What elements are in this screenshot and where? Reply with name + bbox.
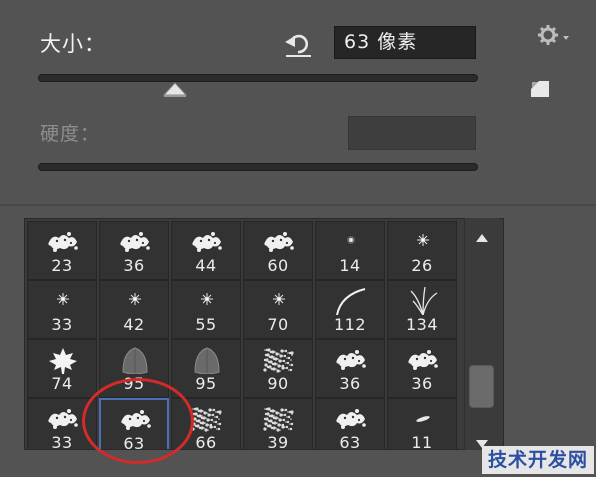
brush-preset-maple-leaf[interactable]: 74: [27, 339, 97, 398]
brush-preset-star-dot[interactable]: 26: [387, 221, 457, 280]
brush-size-label: 33: [51, 433, 73, 450]
brush-size-label: 55: [195, 315, 217, 334]
size-slider-thumb[interactable]: [163, 82, 187, 98]
star-dot-brush-icon: [417, 234, 429, 246]
star-dot-brush-icon: [201, 293, 213, 305]
size-slider-track[interactable]: [38, 74, 478, 82]
spatter-brush-icon: [191, 407, 222, 432]
new-preset-icon[interactable]: [529, 79, 551, 99]
gear-icon[interactable]: [537, 24, 573, 46]
scroll-thumb[interactable]: [469, 365, 494, 408]
brush-preset-star-dot[interactable]: 55: [171, 280, 241, 339]
brush-size-label: 95: [195, 374, 217, 393]
brush-preset-star-dot[interactable]: 42: [99, 280, 169, 339]
brush-preset-spatter[interactable]: 90: [243, 339, 313, 398]
brush-size-label: 74: [51, 374, 73, 393]
brush-size-label: 63: [339, 433, 361, 450]
brush-size-label: 134: [405, 315, 439, 334]
brush-preset-scatter-leaf[interactable]: 36: [99, 221, 169, 280]
leaf-brush-icon: [122, 347, 148, 374]
spatter-brush-icon: [263, 348, 294, 373]
brush-preset-star-dot[interactable]: 33: [27, 280, 97, 339]
brush-size-label: 14: [339, 256, 361, 275]
brush-preset-scatter-leaf[interactable]: 23: [27, 221, 97, 280]
brush-preset-soft-dot[interactable]: 14: [315, 221, 385, 280]
brush-size-label: 70: [267, 315, 289, 334]
scatter-leaf-brush-icon: [408, 350, 438, 370]
hardness-label: 硬度：: [40, 123, 101, 145]
brush-preset-scatter-leaf[interactable]: 60: [243, 221, 313, 280]
scatter-leaf-brush-icon: [121, 410, 151, 430]
grass-brush-icon: [410, 287, 438, 315]
reset-size-icon[interactable]: [283, 30, 313, 58]
brush-preset-star-dot[interactable]: 70: [243, 280, 313, 339]
brush-preset-curve-stroke[interactable]: 112: [315, 280, 385, 339]
maple-leaf-brush-icon: [49, 348, 77, 374]
brush-size-label: 95: [123, 374, 145, 393]
brush-size-label: 66: [195, 433, 217, 450]
brush-size-label: 60: [267, 256, 289, 275]
scatter-leaf-brush-icon: [48, 409, 78, 429]
brush-preset-scatter-leaf[interactable]: 36: [315, 339, 385, 398]
size-value-field[interactable]: 63 像素: [334, 26, 476, 59]
brush-preset-grass[interactable]: 134: [387, 280, 457, 339]
brush-size-label: 11: [411, 433, 433, 450]
brush-size-label: 63: [123, 434, 145, 450]
brush-size-label: 36: [411, 374, 433, 393]
brush-preset-oval[interactable]: 11: [387, 398, 457, 450]
brush-preset-scatter-leaf[interactable]: 36: [387, 339, 457, 398]
brush-size-label: 90: [267, 374, 289, 393]
brush-size-label: 23: [51, 256, 73, 275]
brush-preset-spatter[interactable]: 39: [243, 398, 313, 450]
brush-size-label: 26: [411, 256, 433, 275]
brush-size-label: 36: [339, 374, 361, 393]
scatter-leaf-brush-icon: [264, 232, 294, 252]
brush-preset-scatter-leaf[interactable]: 33: [27, 398, 97, 450]
star-dot-brush-icon: [273, 293, 285, 305]
brush-size-label: 39: [267, 433, 289, 450]
brush-preset-leaf[interactable]: 95: [171, 339, 241, 398]
brush-size-label: 42: [123, 315, 145, 334]
star-dot-brush-icon: [129, 293, 141, 305]
spatter-brush-icon: [263, 407, 294, 432]
hardness-value-field[interactable]: [348, 116, 476, 150]
brush-preset-picker: 23 36 44 60 14 26 33 42 55 70 112 134 74 95 95 90 36 36 33…: [24, 218, 504, 450]
scatter-leaf-brush-icon: [48, 232, 78, 252]
panel-divider: [0, 204, 596, 206]
brush-size-label: 44: [195, 256, 217, 275]
brush-size-label: 112: [333, 315, 367, 334]
brush-preset-scatter-leaf[interactable]: 44: [171, 221, 241, 280]
leaf-brush-icon: [194, 347, 220, 374]
watermark: 技术开发网: [482, 446, 594, 474]
size-label: 大小：: [40, 32, 106, 56]
brush-size-label: 36: [123, 256, 145, 275]
brush-preset-spatter[interactable]: 66: [171, 398, 241, 450]
scatter-leaf-brush-icon: [336, 350, 366, 370]
star-dot-brush-icon: [57, 293, 69, 305]
hardness-slider-track[interactable]: [38, 163, 478, 171]
scatter-leaf-brush-icon: [120, 232, 150, 252]
brush-preset-scatter-leaf[interactable]: 63: [315, 398, 385, 450]
curve-stroke-brush-icon: [336, 288, 366, 315]
oval-brush-icon: [416, 416, 430, 422]
scroll-up-arrow-icon[interactable]: [476, 234, 488, 242]
brush-options-panel: 大小： 63 像素 硬度：: [0, 0, 596, 204]
scatter-leaf-brush-icon: [336, 409, 366, 429]
scatter-leaf-brush-icon: [192, 232, 222, 252]
picker-scrollbar[interactable]: [464, 218, 500, 450]
brush-preset-leaf[interactable]: 95: [99, 339, 169, 398]
brush-preset-scatter-leaf[interactable]: 63: [99, 398, 169, 450]
brush-size-label: 33: [51, 315, 73, 334]
soft-dot-brush-icon: [347, 236, 355, 244]
